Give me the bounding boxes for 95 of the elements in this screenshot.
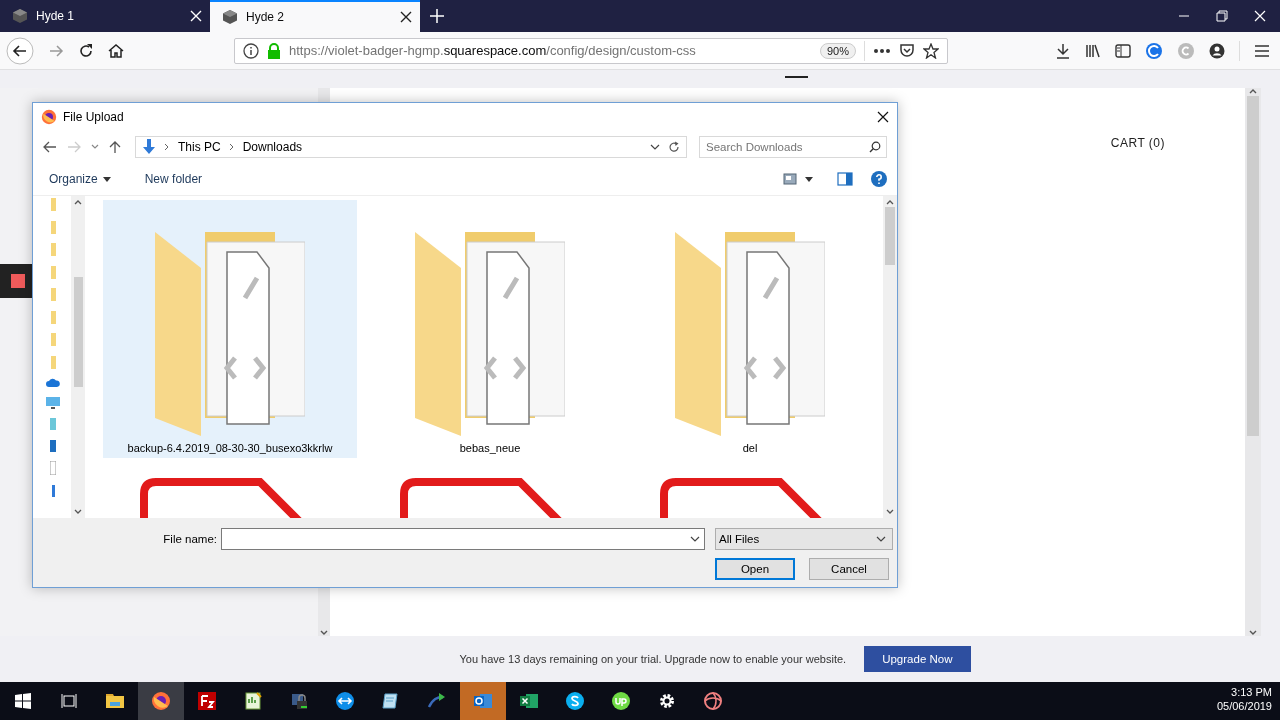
path-bar[interactable]: This PC Downloads — [135, 136, 687, 158]
scroll-down-icon[interactable] — [74, 509, 82, 515]
file-name: del — [742, 442, 758, 454]
taskbar-app[interactable] — [138, 682, 184, 720]
breadcrumb[interactable]: This PC — [178, 140, 221, 154]
scrollbar-thumb[interactable] — [1247, 96, 1259, 436]
sidebar-icon[interactable] — [1115, 42, 1131, 59]
library-icon[interactable] — [1085, 42, 1101, 59]
search-icon[interactable] — [869, 141, 881, 153]
cube-icon — [222, 9, 238, 25]
computer-icon[interactable] — [46, 396, 60, 409]
open-button[interactable]: Open — [715, 558, 795, 580]
chevron-icon[interactable] — [228, 143, 235, 151]
zoom-level[interactable]: 90% — [819, 42, 856, 59]
more-icon[interactable] — [873, 47, 891, 54]
help-icon[interactable] — [871, 171, 887, 187]
lock-icon — [289, 691, 309, 711]
url-text: https://violet-badger-hgmp.squarespace.com/config/design/custom-css — [289, 43, 697, 58]
scrollbar-thumb[interactable] — [885, 207, 895, 265]
view-icon[interactable] — [783, 173, 797, 185]
cloud-icon[interactable] — [46, 378, 60, 387]
file-tile[interactable]: del — [623, 200, 877, 458]
clock-time: 3:13 PM — [1230, 686, 1272, 698]
browser-icon — [41, 109, 57, 125]
reload-icon[interactable] — [78, 42, 94, 59]
close-icon[interactable] — [877, 111, 889, 123]
up-icon[interactable] — [109, 140, 121, 154]
close-icon[interactable] — [400, 11, 412, 23]
notepad-icon — [381, 691, 401, 711]
lock-icon — [267, 42, 281, 59]
cancel-button[interactable]: Cancel — [809, 558, 889, 580]
menu-icon[interactable] — [1254, 43, 1270, 58]
file-name-field[interactable] — [221, 528, 705, 550]
file-name: backup-6.4.2019_08-30-30_busexo3kkrlw — [127, 442, 333, 454]
file-name-label: File name: — [163, 533, 217, 545]
caret-icon — [102, 176, 111, 182]
cube-icon — [12, 8, 28, 24]
task-view-icon[interactable] — [61, 693, 77, 709]
dropdown-icon — [690, 536, 700, 542]
scroll-down-icon[interactable] — [886, 509, 894, 515]
restore-icon[interactable] — [1216, 10, 1228, 22]
drag-handle[interactable] — [785, 76, 808, 78]
star-icon[interactable] — [923, 42, 939, 59]
scroll-up-icon[interactable] — [1249, 88, 1257, 94]
back-icon[interactable] — [43, 141, 57, 153]
caret-icon[interactable] — [805, 176, 813, 182]
dropdown-icon — [876, 536, 886, 542]
remote-app-icon — [335, 691, 355, 711]
home-icon[interactable] — [108, 42, 124, 59]
windows-icon[interactable] — [15, 693, 31, 709]
editor-icon — [243, 691, 263, 711]
mail-app-icon — [473, 691, 493, 711]
breadcrumb[interactable]: Downloads — [242, 140, 303, 154]
search-field[interactable]: Search Downloads — [699, 136, 887, 158]
cart-link[interactable]: CART (0) — [1110, 136, 1165, 150]
refresh-icon[interactable] — [668, 141, 680, 153]
forward-icon[interactable] — [48, 42, 64, 59]
address-field[interactable]: https://violet-badger-hgmp.squarespace.com/config/design/custom-css 90% — [234, 37, 948, 64]
drive-icon[interactable] — [50, 439, 56, 452]
spreadsheet-app-icon — [519, 691, 539, 711]
scroll-down-icon[interactable] — [320, 630, 328, 636]
chat-app-icon — [565, 691, 585, 711]
account-icon[interactable] — [1209, 42, 1225, 59]
up-app-icon — [611, 691, 631, 711]
file-tile[interactable]: bebas_neue — [363, 200, 617, 458]
organize-menu[interactable]: Organize — [45, 169, 115, 189]
browser-tab[interactable]: Hyde 2 — [210, 0, 420, 32]
scroll-up-icon[interactable] — [74, 199, 82, 205]
trial-message: You have 13 days remaining on your trial. Upgrade now to enable your website. — [459, 653, 847, 665]
preview-pane-icon[interactable] — [837, 172, 853, 186]
back-icon[interactable] — [6, 36, 34, 65]
dropdown-icon[interactable] — [650, 144, 660, 150]
clock-date: 05/06/2019 — [1216, 700, 1272, 712]
browser-tab[interactable]: Hyde 1 — [0, 0, 210, 32]
info-icon[interactable] — [243, 42, 259, 59]
file-name: bebas_neue — [459, 442, 521, 454]
upgrade-button[interactable]: Upgrade Now — [864, 646, 971, 672]
scroll-up-icon[interactable] — [886, 199, 894, 205]
scroll-down-icon[interactable] — [1249, 630, 1257, 636]
folder-icon — [105, 691, 125, 711]
ftp-app-icon — [197, 691, 217, 711]
downloads-icon[interactable] — [50, 484, 56, 497]
new-tab-icon[interactable] — [430, 9, 444, 23]
chevron-icon[interactable] — [164, 143, 170, 151]
file-type-select[interactable]: All Files — [715, 528, 893, 550]
settings-icon — [657, 691, 677, 711]
downloads-icon — [142, 139, 156, 155]
pocket-icon[interactable] — [899, 42, 915, 59]
browser-icon — [151, 691, 171, 711]
extension-icon[interactable] — [1145, 41, 1163, 60]
dialog-title: File Upload — [63, 110, 125, 124]
selected-file-tile[interactable]: backup-6.4.2019_08-30-30_busexo3kkrlw — [103, 200, 357, 458]
download-icon[interactable] — [1055, 42, 1071, 59]
new-folder-button[interactable]: New folder — [140, 169, 207, 189]
scrollbar-thumb[interactable] — [73, 277, 83, 387]
